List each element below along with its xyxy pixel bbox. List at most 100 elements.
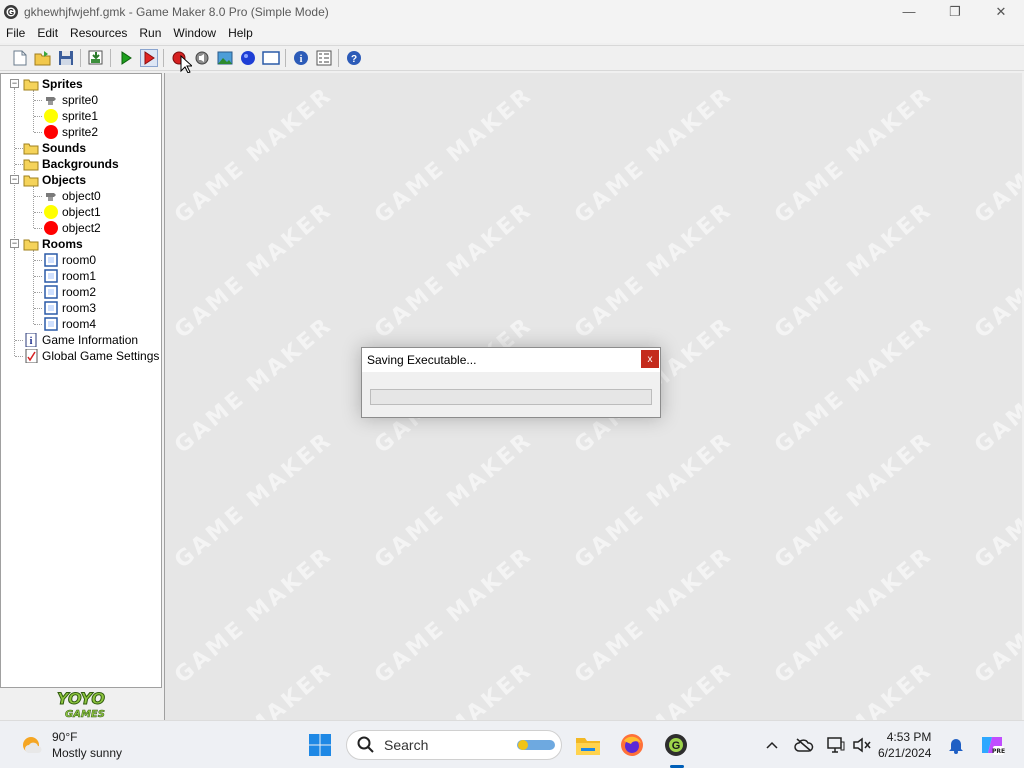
- folder-icon: [576, 738, 600, 755]
- tree-label: object1: [62, 205, 101, 219]
- create-room-icon[interactable]: [261, 49, 280, 67]
- windows-icon: [309, 734, 331, 756]
- expander-rooms[interactable]: −: [10, 239, 19, 248]
- tree-label: room4: [62, 317, 97, 331]
- create-executable-icon[interactable]: [87, 49, 105, 67]
- toolbar-separator: [163, 49, 164, 67]
- create-background-icon[interactable]: [216, 49, 234, 67]
- title-bar: G gkhewhjfwjehf.gmk - Game Maker 8.0 Pro…: [0, 0, 1024, 23]
- volume-button[interactable]: [848, 731, 876, 759]
- run-icon[interactable]: [117, 49, 135, 67]
- toolbar-separator: [110, 49, 111, 67]
- yoyo-games-logo: YOYO GAMES: [0, 688, 162, 720]
- folder-icon: [23, 143, 39, 155]
- svg-text:i: i: [299, 54, 302, 65]
- folder-icon: [23, 239, 39, 251]
- tree-item-sprite2[interactable]: sprite2: [43, 124, 98, 140]
- weather-temp: 90°F: [52, 730, 78, 744]
- chevron-up-icon: [766, 741, 778, 749]
- game-information-icon[interactable]: i: [292, 49, 310, 67]
- tree-item-room4[interactable]: room4: [43, 316, 96, 332]
- tree-label: Sounds: [42, 141, 86, 155]
- expander-objects[interactable]: −: [10, 175, 19, 184]
- start-button[interactable]: [306, 731, 334, 759]
- svg-text:i: i: [30, 336, 33, 347]
- tree-item-room0[interactable]: room0: [43, 252, 96, 268]
- search-icon: [357, 736, 374, 753]
- room-icon: [44, 301, 58, 315]
- saving-dialog: Saving Executable... x: [361, 347, 661, 418]
- tree-item-room2[interactable]: room2: [43, 284, 96, 300]
- svg-text:G: G: [672, 740, 681, 752]
- game-maker-icon: G: [665, 734, 687, 756]
- tree-item-room3[interactable]: room3: [43, 300, 96, 316]
- tree-item-room1[interactable]: room1: [43, 268, 96, 284]
- tree-label: room3: [62, 301, 97, 315]
- sprite-red-icon: [44, 125, 58, 139]
- menu-file[interactable]: File: [0, 26, 31, 40]
- sun-cloud-icon: [23, 737, 42, 753]
- search-placeholder: Search: [384, 737, 429, 753]
- weather-widget[interactable]: 90°F Mostly sunny: [20, 729, 122, 761]
- taskbar-search[interactable]: Search: [346, 730, 562, 760]
- run-debug-icon[interactable]: [139, 49, 158, 67]
- restore-button[interactable]: ❐: [932, 0, 978, 23]
- save-icon[interactable]: [57, 49, 75, 67]
- cloud-off-icon: [794, 738, 814, 752]
- sprite-gray-icon: [46, 97, 56, 105]
- mouse-cursor-icon: [180, 55, 192, 74]
- taskbar: 90°F Mostly sunny Search G 4:53 PM 6/21/…: [0, 720, 1024, 768]
- menu-help[interactable]: Help: [222, 26, 259, 40]
- sprite-yellow-icon: [44, 109, 58, 123]
- settings-check-icon: [25, 349, 38, 363]
- game-maker-taskbar-button[interactable]: G: [662, 731, 690, 759]
- tree-group-sounds[interactable]: Sounds: [23, 140, 86, 156]
- expander-sprites[interactable]: −: [10, 79, 19, 88]
- notifications-button[interactable]: [942, 731, 970, 759]
- tree-item-object2[interactable]: object2: [43, 220, 101, 236]
- tree-label: object2: [62, 221, 101, 235]
- tree-group-backgrounds[interactable]: Backgrounds: [23, 156, 119, 172]
- menu-window[interactable]: Window: [167, 26, 222, 40]
- tree-label: Global Game Settings: [42, 349, 160, 363]
- tree-item-sprite0[interactable]: sprite0: [43, 92, 98, 108]
- tree-item-object1[interactable]: object1: [43, 204, 101, 220]
- file-explorer-button[interactable]: [574, 731, 602, 759]
- display-button[interactable]: [822, 731, 850, 759]
- toolbar-separator: [80, 49, 81, 67]
- taskbar-clock[interactable]: 4:53 PM 6/21/2024: [878, 729, 931, 761]
- menu-run[interactable]: Run: [133, 26, 167, 40]
- close-button[interactable]: ✕: [978, 0, 1024, 23]
- speaker-muted-icon: [853, 737, 871, 753]
- firefox-button[interactable]: [618, 731, 646, 759]
- tree-item-game-information[interactable]: i Game Information: [23, 332, 138, 348]
- open-icon[interactable]: [34, 49, 52, 67]
- tree-group-rooms[interactable]: Rooms: [23, 236, 83, 252]
- tree-label: Sprites: [42, 77, 83, 91]
- menu-resources[interactable]: Resources: [64, 26, 133, 40]
- tree-item-sprite1[interactable]: sprite1: [43, 108, 98, 124]
- create-sound-icon[interactable]: [193, 49, 211, 67]
- minimize-button[interactable]: —: [886, 0, 932, 23]
- new-icon[interactable]: [11, 49, 29, 67]
- show-hidden-icons-button[interactable]: [758, 731, 786, 759]
- network-button[interactable]: [790, 731, 818, 759]
- tree-item-global-game-settings[interactable]: Global Game Settings: [23, 348, 159, 364]
- tree-group-sprites[interactable]: Sprites: [23, 76, 83, 92]
- dialog-close-button[interactable]: x: [641, 350, 659, 368]
- tree-label: sprite2: [62, 125, 99, 139]
- create-object-icon[interactable]: [239, 49, 257, 67]
- menu-edit[interactable]: Edit: [31, 26, 64, 40]
- copilot-icon: PRE: [982, 737, 1005, 755]
- tree-group-objects[interactable]: Objects: [23, 172, 86, 188]
- global-settings-icon[interactable]: [315, 49, 333, 67]
- sprite-gray-icon: [46, 193, 56, 201]
- copilot-button[interactable]: PRE: [978, 731, 1006, 759]
- tree-item-object0[interactable]: object0: [43, 188, 101, 204]
- tree-label: Objects: [42, 173, 87, 187]
- progress-bar: [370, 389, 652, 405]
- room-icon: [44, 253, 58, 267]
- room-icon: [44, 317, 58, 331]
- help-icon[interactable]: ?: [345, 49, 363, 67]
- game-maker-icon: G: [4, 4, 18, 19]
